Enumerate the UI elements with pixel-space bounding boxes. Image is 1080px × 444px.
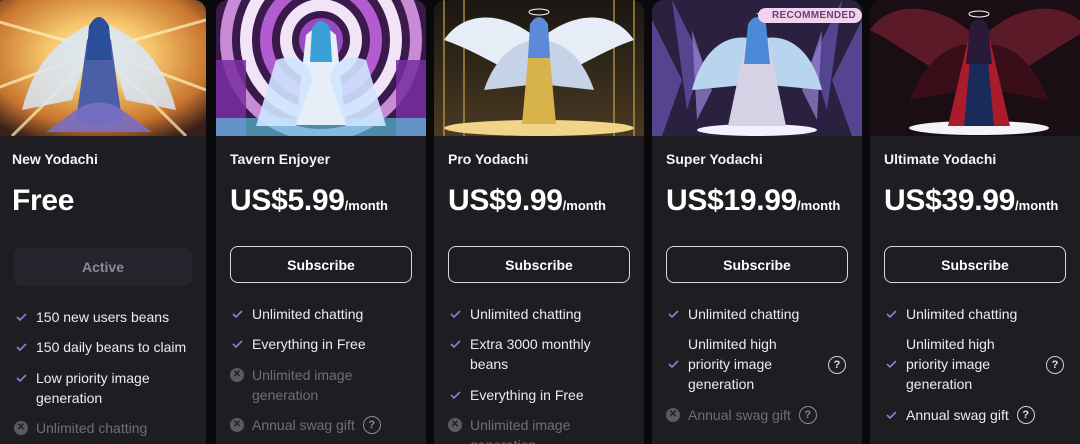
feature-item-excluded: ✕ Annual swag gift ? <box>666 405 852 425</box>
feature-item: Low priority image generation <box>14 368 186 408</box>
plan-price: US$39.99/month <box>884 184 1058 218</box>
plan-price-period: /month <box>562 198 606 213</box>
x-circle-icon: ✕ <box>666 405 680 425</box>
feature-label: Annual swag gift <box>252 417 355 433</box>
plan-price-amount: US$5.99 <box>230 184 345 217</box>
question-circle-icon[interactable]: ? <box>828 355 846 374</box>
question-circle-icon[interactable]: ? <box>362 416 381 434</box>
check-icon <box>884 304 898 324</box>
plan-price: Free <box>12 184 74 218</box>
plan-artwork <box>434 0 644 136</box>
feature-item: Unlimited chatting <box>884 304 1078 324</box>
plan-name: Ultimate Yodachi <box>884 151 997 167</box>
plan-card-new-yodachi: New Yodachi Free Active 150 new users be… <box>0 0 206 444</box>
plan-name: Tavern Enjoyer <box>230 151 331 167</box>
question-circle-icon[interactable]: ? <box>1046 355 1064 374</box>
feature-label: Annual swag gift <box>906 407 1009 423</box>
check-icon <box>884 405 898 425</box>
feature-label: Everything in Free <box>252 336 366 352</box>
feature-label: Unlimited image generation <box>470 417 571 444</box>
check-icon <box>666 354 680 374</box>
feature-label: 150 new users beans <box>36 309 170 325</box>
check-icon <box>14 368 28 388</box>
question-circle-icon[interactable]: ? <box>1016 406 1035 424</box>
feature-item: 150 new users beans <box>14 307 196 327</box>
feature-label: Annual swag gift <box>688 407 791 423</box>
feature-item-excluded: ✕ Annual swag gift ? <box>230 415 416 435</box>
active-plan-button: Active <box>14 248 192 286</box>
feature-label: Unlimited chatting <box>252 306 364 322</box>
feature-item: Unlimited chatting <box>448 304 634 324</box>
sparkle-icon: ✦ <box>756 7 767 21</box>
subscribe-button[interactable]: Subscribe <box>884 246 1066 283</box>
plan-price-amount: US$39.99 <box>884 184 1016 217</box>
feature-item-excluded: ✕ Unlimited chatting <box>14 418 196 438</box>
check-icon <box>14 337 28 357</box>
x-circle-icon: ✕ <box>230 365 244 385</box>
plan-card-ultimate-yodachi: Ultimate Yodachi US$39.99/month Subscrib… <box>870 0 1080 444</box>
feature-label: Unlimited image generation <box>252 367 353 403</box>
check-icon <box>14 307 28 327</box>
feature-label: Unlimited chatting <box>688 306 800 322</box>
badge-label: RECOMMENDED <box>772 10 856 21</box>
plan-artwork <box>0 0 206 136</box>
check-icon <box>448 385 462 405</box>
feature-label: Everything in Free <box>470 387 584 403</box>
check-icon <box>448 304 462 324</box>
subscribe-button[interactable]: Subscribe <box>666 246 848 283</box>
plan-price-amount: US$9.99 <box>448 184 563 217</box>
x-circle-icon: ✕ <box>448 415 462 435</box>
plan-price: US$5.99/month <box>230 184 388 218</box>
plan-price-period: /month <box>344 198 388 213</box>
check-icon <box>230 304 244 324</box>
subscribe-button[interactable]: Subscribe <box>448 246 630 283</box>
feature-item: Unlimited high priority image generation… <box>666 334 850 394</box>
feature-item: 150 daily beans to claim <box>14 337 196 357</box>
plan-price: US$19.99/month <box>666 184 840 218</box>
feature-item: Everything in Free <box>448 385 634 405</box>
feature-item-excluded: ✕ Unlimited image generation <box>448 415 604 444</box>
feature-item: Annual swag gift ? <box>884 405 1078 425</box>
feature-label: Low priority image generation <box>36 370 150 406</box>
plan-artwork <box>870 0 1080 136</box>
plan-card-tavern-enjoyer: Tavern Enjoyer US$5.99/month Subscribe U… <box>216 0 426 444</box>
feature-item-excluded: ✕ Unlimited image generation <box>230 365 386 405</box>
plan-name: New Yodachi <box>12 151 98 167</box>
plan-artwork <box>216 0 426 136</box>
feature-label: Unlimited chatting <box>906 306 1018 322</box>
plan-card-super-yodachi: ✦ RECOMMENDED Super Yodachi US$19.99/mon… <box>652 0 862 444</box>
feature-item: Unlimited chatting <box>666 304 852 324</box>
feature-item: Unlimited chatting <box>230 304 416 324</box>
question-circle-icon[interactable]: ? <box>798 406 817 424</box>
plan-card-pro-yodachi: Pro Yodachi US$9.99/month Subscribe Unli… <box>434 0 644 444</box>
x-circle-icon: ✕ <box>14 418 28 438</box>
check-icon <box>230 334 244 354</box>
check-icon <box>448 334 462 354</box>
feature-label: Unlimited chatting <box>470 306 582 322</box>
x-circle-icon: ✕ <box>230 415 244 435</box>
check-icon <box>666 304 680 324</box>
check-icon <box>884 354 898 374</box>
plan-price-amount: US$19.99 <box>666 184 798 217</box>
plan-name: Pro Yodachi <box>448 151 529 167</box>
feature-item: Everything in Free <box>230 334 416 354</box>
plan-price-period: /month <box>797 198 841 213</box>
feature-label: Unlimited high priority image generation <box>688 336 777 392</box>
plan-price: US$9.99/month <box>448 184 606 218</box>
feature-label: Extra 3000 monthly beans <box>470 336 591 372</box>
feature-label: Unlimited high priority image generation <box>906 336 995 392</box>
plan-price-period: /month <box>1015 198 1059 213</box>
plan-name: Super Yodachi <box>666 151 763 167</box>
feature-item: Unlimited high priority image generation… <box>884 334 1068 394</box>
feature-label: Unlimited chatting <box>36 420 148 436</box>
subscribe-button[interactable]: Subscribe <box>230 246 412 283</box>
feature-label: 150 daily beans to claim <box>36 339 187 355</box>
recommended-badge: ✦ RECOMMENDED <box>756 7 862 23</box>
plan-price-amount: Free <box>12 184 75 217</box>
feature-item: Extra 3000 monthly beans <box>448 334 604 374</box>
